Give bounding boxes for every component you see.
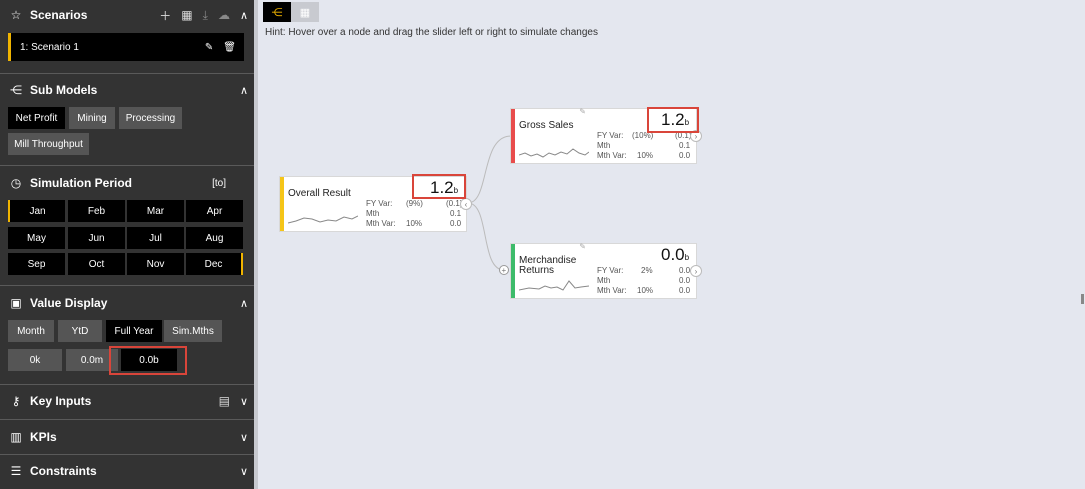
connector-returns: [467, 202, 505, 271]
node-color-bar: [511, 109, 515, 163]
node-name: Merchandise Returns: [519, 255, 577, 276]
node-name: Gross Sales: [519, 120, 574, 131]
expand-arrow-icon[interactable]: ›: [690, 265, 702, 277]
collapse-arrow-icon[interactable]: ‹: [460, 198, 472, 210]
node-color-bar: [280, 177, 284, 231]
node-value: 0.0b: [661, 245, 690, 264]
node-value-cell: 10%: [406, 219, 423, 228]
node-value-cell: 0.0: [679, 266, 691, 275]
svg-text:+: +: [502, 266, 507, 275]
node-value-cell: (9%): [406, 199, 423, 208]
node-name: Overall Result: [288, 188, 351, 199]
node-sparkline: [519, 280, 589, 291]
node-value-cell: 0.0: [450, 219, 462, 228]
node-label: Mth: [597, 276, 611, 285]
node-sparkline: [519, 148, 589, 158]
node-value-cell: 2%: [641, 266, 653, 275]
node-value: 1.2b: [661, 110, 690, 129]
node-label: FY Var:: [366, 199, 393, 208]
node-merchandise-returns[interactable]: Merchandise Returns ✎ 0.0b FY Var: Mth Mt…: [510, 242, 702, 299]
node-label: Mth: [597, 141, 611, 150]
node-gross-sales[interactable]: Gross Sales ✎ 1.2b FY Var: Mth Mth Var: …: [510, 107, 702, 164]
node-label: Mth: [366, 209, 380, 218]
node-value-cell: 0.1: [679, 141, 691, 150]
expand-arrow-icon[interactable]: ›: [690, 130, 702, 142]
node-label: Mth Var:: [366, 219, 396, 228]
scroll-handle[interactable]: [1081, 294, 1084, 304]
node-value-cell: (0.1): [675, 131, 692, 140]
node-value-cell: 0.0: [679, 151, 691, 160]
node-label: Mth Var:: [597, 286, 627, 295]
node-label: Mth Var:: [597, 151, 627, 160]
node-value-cell: 0.0: [679, 286, 691, 295]
node-value-cell: (10%): [632, 131, 654, 140]
connector-gross: [467, 135, 512, 204]
node-value-cell: 0.1: [450, 209, 462, 218]
node-color-bar: [511, 244, 515, 298]
node-value-cell: 0.0: [679, 276, 691, 285]
node-label: FY Var:: [597, 266, 624, 275]
node-value: 1.2b: [430, 178, 459, 197]
node-value-cell: 10%: [637, 151, 654, 160]
node-sparkline: [288, 215, 358, 224]
node-label: FY Var:: [597, 131, 624, 140]
pencil-icon[interactable]: ✎: [579, 242, 586, 251]
node-value-cell: 10%: [637, 286, 654, 295]
node-overall-result[interactable]: Overall Result 1.2b FY Var: Mth Mth Var:…: [279, 176, 472, 232]
pencil-icon[interactable]: ✎: [579, 107, 586, 116]
